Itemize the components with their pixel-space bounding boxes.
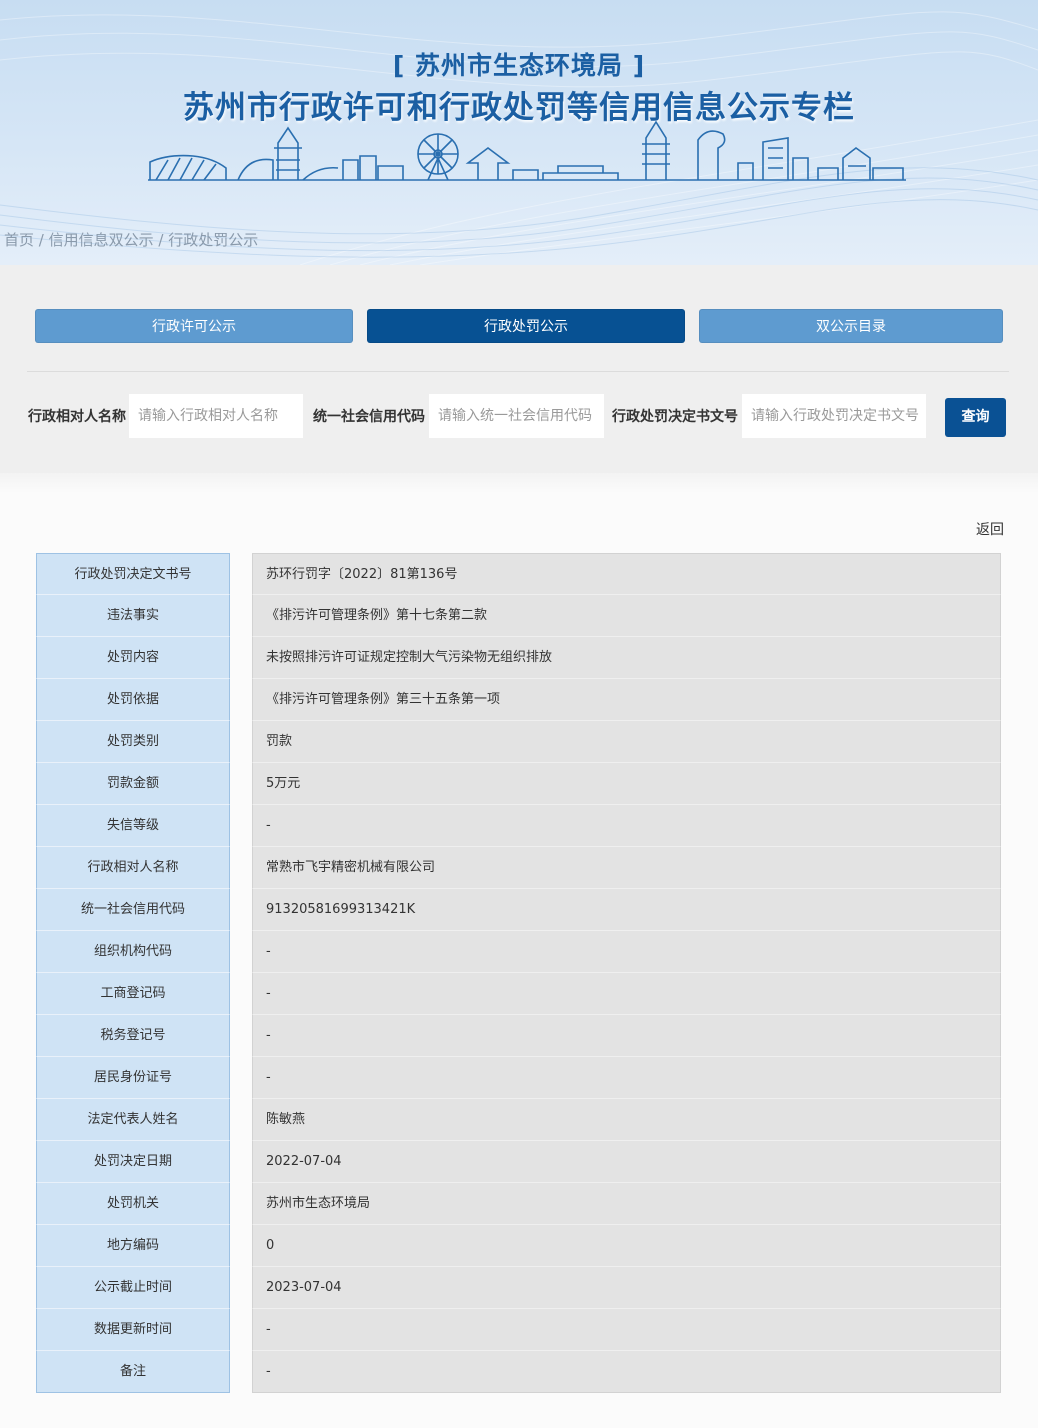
table-row: 处罚决定日期 2022-07-04: [36, 1141, 1001, 1183]
filter-panel: 行政许可公示 行政处罚公示 双公示目录 行政相对人名称 统一社会信用代码 行政处…: [0, 265, 1038, 473]
city-skyline-illustration: [148, 120, 906, 181]
table-row: 行政处罚决定文书号 苏环行罚字〔2022〕81第136号: [36, 553, 1001, 595]
table-row: 处罚类别 罚款: [36, 721, 1001, 763]
field-value: 5万元: [252, 763, 1001, 805]
table-row: 备注 -: [36, 1351, 1001, 1393]
field-value: 0: [252, 1225, 1001, 1267]
breadcrumb: 首页 / 信用信息双公示 / 行政处罚公示: [4, 229, 258, 250]
table-row: 工商登记码 -: [36, 973, 1001, 1015]
field-value: 罚款: [252, 721, 1001, 763]
field-label: 处罚依据: [36, 679, 230, 721]
credit-code-label: 统一社会信用代码: [313, 409, 425, 425]
field-value: 2023-07-04: [252, 1267, 1001, 1309]
field-value: -: [252, 973, 1001, 1015]
table-row: 统一社会信用代码 91320581699313421K: [36, 889, 1001, 931]
table-row: 居民身份证号 -: [36, 1057, 1001, 1099]
divider: [27, 371, 1009, 372]
field-label: 违法事实: [36, 595, 230, 637]
field-label: 处罚类别: [36, 721, 230, 763]
field-label: 处罚决定日期: [36, 1141, 230, 1183]
table-row: 法定代表人姓名 陈敏燕: [36, 1099, 1001, 1141]
field-value: 陈敏燕: [252, 1099, 1001, 1141]
field-label: 罚款金额: [36, 763, 230, 805]
field-label: 数据更新时间: [36, 1309, 230, 1351]
table-row: 违法事实 《排污许可管理条例》第十七条第二款: [36, 595, 1001, 637]
field-label: 行政相对人名称: [36, 847, 230, 889]
tab-admin-penalty[interactable]: 行政处罚公示: [367, 309, 685, 343]
table-row: 处罚机关 苏州市生态环境局: [36, 1183, 1001, 1225]
field-label: 行政处罚决定文书号: [36, 553, 230, 595]
field-label: 税务登记号: [36, 1015, 230, 1057]
field-label: 工商登记码: [36, 973, 230, 1015]
table-row: 地方编码 0: [36, 1225, 1001, 1267]
field-label: 地方编码: [36, 1225, 230, 1267]
breadcrumb-credit-info[interactable]: 信用信息双公示: [49, 231, 154, 249]
field-value: 91320581699313421K: [252, 889, 1001, 931]
header-banner: [ 苏州市生态环境局 ] 苏州市行政许可和行政处罚等信用信息公示专栏 首页 / …: [0, 0, 1038, 265]
field-value: -: [252, 1351, 1001, 1393]
field-label: 统一社会信用代码: [36, 889, 230, 931]
credit-code-input[interactable]: [429, 394, 604, 438]
counterparty-name-input[interactable]: [129, 394, 303, 438]
decision-number-label: 行政处罚决定书文号: [612, 409, 738, 425]
table-row: 处罚依据 《排污许可管理条例》第三十五条第一项: [36, 679, 1001, 721]
counterparty-name-label: 行政相对人名称: [28, 409, 126, 425]
field-value: -: [252, 805, 1001, 847]
field-label: 处罚机关: [36, 1183, 230, 1225]
breadcrumb-separator: /: [153, 231, 169, 249]
agency-subtitle: [ 苏州市生态环境局 ]: [392, 51, 646, 80]
table-row: 处罚内容 未按照排污许可证规定控制大气污染物无组织排放: [36, 637, 1001, 679]
detail-content: 返回 行政处罚决定文书号 苏环行罚字〔2022〕81第136号 违法事实 《排污许可管…: [0, 493, 1038, 1428]
table-row: 行政相对人名称 常熟市飞宇精密机械有限公司: [36, 847, 1001, 889]
table-row: 组织机构代码 -: [36, 931, 1001, 973]
field-label: 公示截止时间: [36, 1267, 230, 1309]
tab-admin-license[interactable]: 行政许可公示: [35, 309, 353, 343]
table-row: 公示截止时间 2023-07-04: [36, 1267, 1001, 1309]
field-value: 《排污许可管理条例》第十七条第二款: [252, 595, 1001, 637]
table-row: 税务登记号 -: [36, 1015, 1001, 1057]
field-label: 法定代表人姓名: [36, 1099, 230, 1141]
decision-number-input[interactable]: [742, 394, 926, 438]
field-value: -: [252, 1309, 1001, 1351]
content-separator: [0, 473, 1038, 493]
breadcrumb-separator: /: [34, 231, 49, 249]
field-label: 处罚内容: [36, 637, 230, 679]
table-row: 罚款金额 5万元: [36, 763, 1001, 805]
penalty-detail-table: 行政处罚决定文书号 苏环行罚字〔2022〕81第136号 违法事实 《排污许可管理条例…: [36, 553, 1001, 1393]
field-value: 苏环行罚字〔2022〕81第136号: [252, 553, 1001, 595]
tab-dual-catalog[interactable]: 双公示目录: [699, 309, 1003, 343]
field-value: 《排污许可管理条例》第三十五条第一项: [252, 679, 1001, 721]
table-row: 失信等级 -: [36, 805, 1001, 847]
field-value: 未按照排污许可证规定控制大气污染物无组织排放: [252, 637, 1001, 679]
field-label: 居民身份证号: [36, 1057, 230, 1099]
field-value: -: [252, 931, 1001, 973]
field-label: 组织机构代码: [36, 931, 230, 973]
breadcrumb-home[interactable]: 首页: [4, 231, 34, 249]
back-link[interactable]: 返回: [976, 519, 1004, 539]
field-label: 失信等级: [36, 805, 230, 847]
field-label: 备注: [36, 1351, 230, 1393]
field-value: 常熟市飞宇精密机械有限公司: [252, 847, 1001, 889]
field-value: -: [252, 1015, 1001, 1057]
field-value: -: [252, 1057, 1001, 1099]
breadcrumb-current: 行政处罚公示: [168, 231, 259, 249]
table-row: 数据更新时间 -: [36, 1309, 1001, 1351]
field-value: 苏州市生态环境局: [252, 1183, 1001, 1225]
search-button[interactable]: 查询: [945, 398, 1006, 437]
field-value: 2022-07-04: [252, 1141, 1001, 1183]
